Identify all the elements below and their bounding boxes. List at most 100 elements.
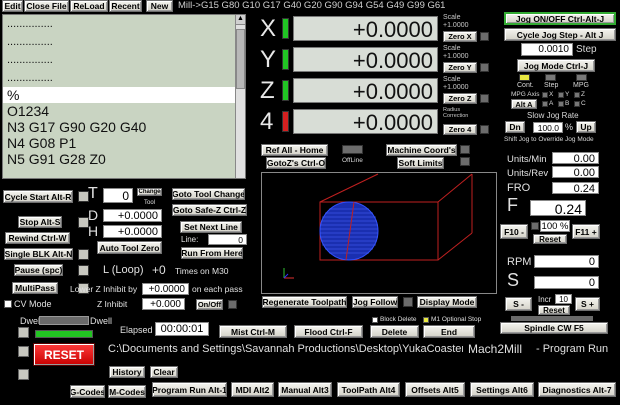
tab-diagnostics[interactable]: Diagnostics Alt-7 [538,382,616,397]
tool-diameter: +0.0000 [103,209,162,222]
stop-button[interactable]: Stop Alt-S [18,216,62,228]
tab-program-run[interactable]: Program Run Alt-1 [152,382,227,397]
jog-rate-down-button[interactable]: Dn [505,121,525,133]
f-label: F [507,195,518,215]
gcode-line: ............... [7,72,53,84]
cycle-start-button[interactable]: Cycle Start Alt-R [3,190,73,203]
m1-stop-checkbox[interactable] [423,317,429,323]
machine-coords-led [460,145,470,154]
scale-label: Scale [443,76,461,83]
run-from-here-button[interactable]: Run From Here [181,247,243,259]
jog-onoff-button[interactable]: Jog ON/OFF Ctrl-Alt-J [504,12,616,25]
recent-button[interactable]: Recent [109,0,142,12]
tool-label: Tool [144,200,156,206]
goto-tool-change-button[interactable]: Goto Tool Change [172,188,245,200]
delete-button[interactable]: Delete [370,325,419,338]
gotoz-button[interactable]: GotoZ's Ctrl-O [266,157,326,169]
zero-y-button[interactable]: Zero Y [443,62,477,73]
side-led-3 [18,369,29,380]
block-delete-checkbox[interactable] [372,317,378,323]
d-label: D [88,207,99,223]
jog-follow-button[interactable]: Jog Follow [352,296,398,308]
mcodes-button[interactable]: M-Codes [108,385,146,398]
axis-row-4: 4 +0.0000 Radius Correction Zero 4 [256,107,494,137]
new-button[interactable]: New [146,0,173,12]
gcode-line: ............... [7,36,53,48]
multipass-button[interactable]: MultiPass [12,282,58,294]
cycle-jog-step-button[interactable]: Cycle Jog Step - Alt J [504,28,616,41]
step-label: Step [576,44,597,55]
pause-button[interactable]: Pause (spc) [14,264,63,276]
cv-mode-checkbox[interactable] [4,300,12,308]
s-label: S [507,270,520,290]
auto-tool-zero-button[interactable]: Auto Tool Zero [97,241,162,254]
display-mode-button[interactable]: Display Mode [417,296,477,308]
spindle-reset-button[interactable]: Reset [538,305,570,315]
mpg-led [576,74,587,81]
single-block-button[interactable]: Single BLK Alt-N [4,248,73,260]
zero-x-button[interactable]: Zero X [443,31,477,42]
gcode-scrollbar[interactable]: ▲ [235,15,245,178]
jog-rate-value: 100.0 [533,122,563,133]
tab-manual[interactable]: Manual Alt3 [278,382,332,397]
scale-value: +1.0000 [443,22,469,29]
machine-coords-button[interactable]: Machine Coord's [386,144,457,156]
axis-label: Y [260,46,277,73]
feed-reset-button[interactable]: Reset [533,234,567,244]
rewind-button[interactable]: Rewind Ctrl-W [5,232,70,244]
tool-number: 0 [103,188,133,203]
cv-mode-label: CV Mode [14,299,52,309]
set-next-line-button[interactable]: Set Next Line [180,221,242,233]
scroll-up-icon[interactable]: ▲ [236,15,245,25]
mist-button[interactable]: Mist Ctrl-M [219,325,287,338]
history-button[interactable]: History [109,366,145,378]
gcode-panel[interactable]: ........................................… [2,14,246,179]
axis-label: X [260,15,277,42]
feed-down-button[interactable]: F10 - [500,224,528,239]
alt-a-button[interactable]: Alt A [511,99,537,109]
step-led [545,74,556,81]
mpg-z-led [574,92,580,98]
jog-mode-button[interactable]: Jog Mode Ctrl-J [517,59,595,72]
z-inhibit-value: +0.000 [142,298,185,310]
reset-button[interactable]: RESET [33,343,95,366]
ref-all-home-button[interactable]: Ref All - Home [261,144,328,156]
spindle-down-button[interactable]: S - [505,297,532,311]
mpg-c-label: C [581,100,586,107]
tab-toolpath[interactable]: ToolPath Alt4 [337,382,400,397]
jog-rate-up-button[interactable]: Up [576,121,596,133]
soft-limits-button[interactable]: Soft Limits [397,157,444,169]
step-mode-label: Step [544,82,559,89]
mpg-y-label: Y [565,91,570,98]
file-path: C:\Documents and Settings\Savannah Produ… [108,343,463,355]
axis-label: Z [260,77,275,104]
gcodes-button[interactable]: G-Codes [70,385,105,398]
mpg-z-label: Z [581,91,585,98]
line-number: 0 [208,234,247,245]
close-file-button[interactable]: Close File [24,0,69,12]
zero-4-button[interactable]: Zero 4 [443,124,477,135]
toolpath-view[interactable] [261,172,497,294]
cont-led [519,74,530,81]
dro-area: X +0.0000 Scale +1.0000 Zero X Y +0.0000 Scale +… [256,14,494,140]
axis-dro-value: +0.0000 [293,16,438,42]
z-inhibit-onoff-button[interactable]: On/Off [196,299,223,310]
zero-z-button[interactable]: Zero Z [443,93,477,104]
tab-settings[interactable]: Settings Alt6 [470,382,534,397]
scale-value: +1.0000 [443,53,469,60]
feed-override-led [531,222,539,230]
end-button[interactable]: End [423,325,475,338]
elapsed-label: Elapsed [120,325,153,335]
flood-button[interactable]: Flood Ctrl-F [294,325,363,338]
reload-button[interactable]: ReLoad [70,0,108,12]
regenerate-toolpath-button[interactable]: Regenerate Toolpath [262,296,347,308]
feed-up-button[interactable]: F11 + [572,224,600,239]
edit-button[interactable]: Edit [2,0,23,12]
spindle-up-button[interactable]: S + [575,297,600,311]
change-tool-button[interactable]: Change [137,188,162,196]
tab-mdi[interactable]: MDI Alt2 [231,382,274,397]
goto-safe-z-button[interactable]: Goto Safe-Z Ctrl-Z [172,204,247,216]
clear-button[interactable]: Clear [150,366,178,378]
tab-offsets[interactable]: Offsets Alt5 [405,382,465,397]
spindle-cw-button[interactable]: Spindle CW F5 [500,322,608,334]
